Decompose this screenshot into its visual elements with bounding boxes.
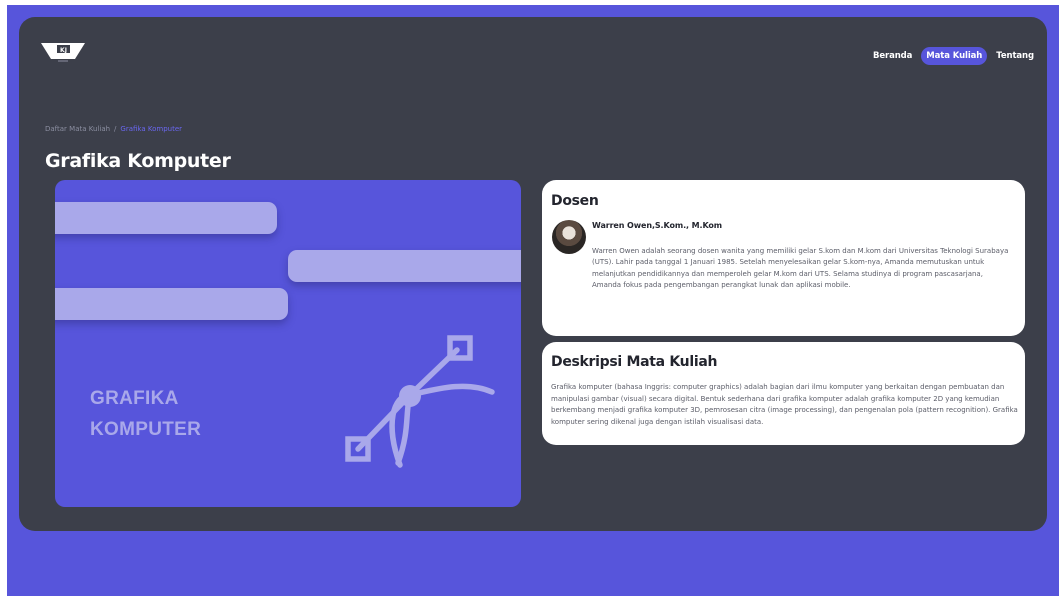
- lecturer-name: Warren Owen,S.Kom., M.Kom: [592, 221, 723, 230]
- content-card: KJ Beranda Mata Kuliah Tentang Daftar Ma…: [19, 17, 1047, 531]
- lecturer-avatar: [552, 220, 586, 254]
- nav-tentang[interactable]: Tentang: [991, 47, 1039, 65]
- course-description-heading: Deskripsi Mata Kuliah: [551, 354, 718, 370]
- page-title: Grafika Komputer: [45, 150, 231, 172]
- course-description-text: Grafika komputer (bahasa Inggris: comput…: [551, 383, 1018, 426]
- course-description-panel: Deskripsi Mata Kuliah Grafika komputer (…: [542, 342, 1025, 445]
- banner-title-line1: GRAFIKA: [90, 388, 179, 409]
- page-background: KJ Beranda Mata Kuliah Tentang Daftar Ma…: [7, 5, 1059, 596]
- nav-beranda[interactable]: Beranda: [868, 47, 917, 65]
- breadcrumb: Daftar Mata Kuliah / Grafika Komputer: [45, 125, 182, 133]
- lecturer-heading: Dosen: [551, 193, 599, 209]
- breadcrumb-parent-link[interactable]: Daftar Mata Kuliah: [45, 125, 110, 133]
- breadcrumb-separator: /: [114, 125, 117, 133]
- lecturer-panel: Dosen Warren Owen,S.Kom., M.Kom Warren O…: [542, 180, 1025, 336]
- banner-title: GRAFIKA KOMPUTER: [90, 383, 201, 445]
- nav-mata-kuliah[interactable]: Mata Kuliah: [921, 47, 988, 65]
- logo[interactable]: KJ: [41, 41, 85, 63]
- banner-title-line2: KOMPUTER: [90, 419, 202, 440]
- breadcrumb-current: Grafika Komputer: [120, 125, 183, 133]
- lecturer-bio: Warren Owen adalah seorang dosen wanita …: [592, 247, 1009, 289]
- logo-text: KJ: [60, 47, 67, 54]
- bezier-curve-icon: [345, 335, 495, 468]
- course-banner: GRAFIKA KOMPUTER: [55, 180, 521, 507]
- main-nav: Beranda Mata Kuliah Tentang: [868, 47, 1039, 65]
